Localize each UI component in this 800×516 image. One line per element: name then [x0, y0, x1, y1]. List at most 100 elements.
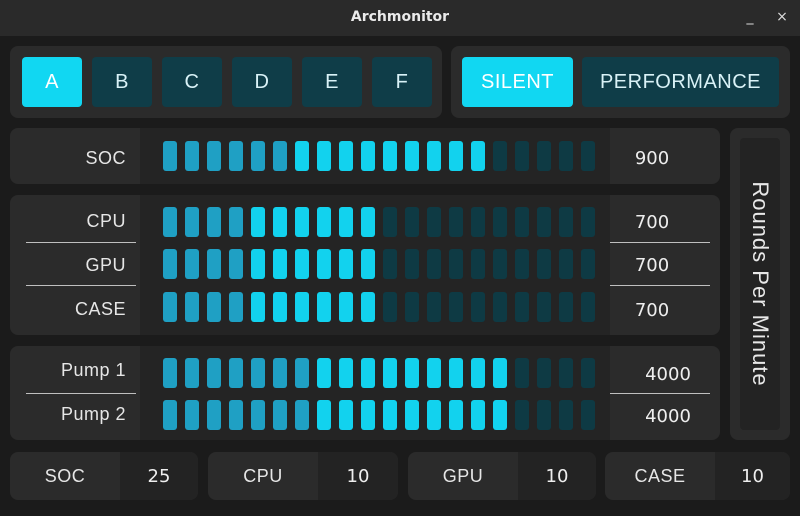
mode-panel: SILENT PERFORMANCE — [451, 46, 790, 118]
bar-segment — [251, 249, 265, 279]
pump2-label: Pump 2 — [60, 404, 126, 424]
bar-segment — [295, 141, 309, 171]
bar-segment — [515, 249, 529, 279]
bar-segment — [559, 141, 573, 171]
bar-segment — [339, 358, 353, 388]
bar-segment — [251, 358, 265, 388]
bar-segment — [295, 249, 309, 279]
profile-button-e[interactable]: E — [302, 57, 362, 107]
bar-segment — [339, 292, 353, 322]
performance-mode-button[interactable]: PERFORMANCE — [582, 57, 779, 107]
bar-segment — [207, 141, 221, 171]
bar-segment — [295, 292, 309, 322]
bar-segment — [537, 141, 551, 171]
bar-segment — [493, 292, 507, 322]
soc-fan-panel: SOC 900 — [10, 128, 720, 184]
bar-segment — [207, 292, 221, 322]
bar-segment — [163, 141, 177, 171]
bar-segment — [185, 141, 199, 171]
pump1-rpm: 4000 — [645, 364, 691, 385]
bar-segment — [383, 141, 397, 171]
cpu-fan-speed-bar[interactable] — [163, 207, 595, 239]
profile-button-d[interactable]: D — [232, 57, 292, 107]
gpu-fan-label: GPU — [85, 255, 126, 275]
bar-segment — [405, 141, 419, 171]
bar-segment — [493, 249, 507, 279]
value-divider — [610, 393, 710, 394]
bar-segment — [295, 207, 309, 237]
bar-segment — [405, 400, 419, 430]
profile-panel: A B C D E F — [10, 46, 442, 118]
bar-segment — [559, 358, 573, 388]
bar-segment — [559, 292, 573, 322]
bar-segment — [339, 249, 353, 279]
profile-button-f[interactable]: F — [372, 57, 432, 107]
bar-segment — [251, 207, 265, 237]
bar-segment — [185, 207, 199, 237]
bar-segment — [515, 292, 529, 322]
fans-panel: CPU GPU CASE 700 700 700 — [10, 195, 720, 335]
bar-segment — [251, 141, 265, 171]
rpm-unit-inner: Rounds Per Minute — [740, 138, 780, 430]
bar-segment — [537, 358, 551, 388]
bar-segment — [273, 207, 287, 237]
bar-segment — [185, 400, 199, 430]
bar-segment — [361, 358, 375, 388]
bar-segment — [295, 400, 309, 430]
bar-segment — [361, 292, 375, 322]
bar-segment — [493, 358, 507, 388]
soc-fan-speed-bar[interactable] — [163, 141, 595, 173]
profile-button-c[interactable]: C — [162, 57, 222, 107]
bar-segment — [493, 400, 507, 430]
bar-segment — [515, 141, 529, 171]
bar-segment — [317, 400, 331, 430]
gpu-temp-value: 10 — [518, 452, 596, 500]
bar-segment — [537, 292, 551, 322]
close-icon[interactable]: × — [772, 6, 792, 28]
gpu-fan-speed-bar[interactable] — [163, 249, 595, 281]
bar-segment — [317, 358, 331, 388]
bar-segment — [163, 207, 177, 237]
bar-segment — [383, 249, 397, 279]
soc-temp-value: 25 — [120, 452, 198, 500]
bar-segment — [449, 292, 463, 322]
bar-segment — [317, 249, 331, 279]
bar-segment — [471, 141, 485, 171]
bar-segment — [449, 400, 463, 430]
bar-segment — [339, 141, 353, 171]
bar-segment — [163, 249, 177, 279]
bar-segment — [427, 141, 441, 171]
profile-button-a[interactable]: A — [22, 57, 82, 107]
bar-segment — [273, 400, 287, 430]
silent-mode-button[interactable]: SILENT — [462, 57, 573, 107]
bar-segment — [383, 400, 397, 430]
bar-segment — [251, 400, 265, 430]
bar-segment — [581, 358, 595, 388]
bar-segment — [581, 400, 595, 430]
case-temp-value: 10 — [715, 452, 790, 500]
bar-segment — [449, 207, 463, 237]
bar-segment — [273, 292, 287, 322]
cpu-temp-value: 10 — [318, 452, 398, 500]
bar-segment — [581, 249, 595, 279]
bar-segment — [383, 358, 397, 388]
label-divider — [26, 393, 136, 394]
bar-segment — [405, 207, 419, 237]
bar-segment — [537, 400, 551, 430]
bar-segment — [273, 141, 287, 171]
bar-segment — [405, 292, 419, 322]
bar-segment — [449, 358, 463, 388]
bar-segment — [427, 358, 441, 388]
case-temp-panel: CASE 10 — [605, 452, 790, 500]
case-fan-label: CASE — [74, 299, 126, 319]
pump2-speed-bar[interactable] — [163, 400, 595, 432]
value-divider — [610, 285, 710, 286]
bar-segment — [471, 292, 485, 322]
pump1-speed-bar[interactable] — [163, 358, 595, 390]
bar-segment — [317, 207, 331, 237]
minimize-icon[interactable]: _ — [740, 6, 760, 28]
bar-segment — [559, 249, 573, 279]
bar-segment — [207, 249, 221, 279]
case-fan-speed-bar[interactable] — [163, 292, 595, 324]
profile-button-b[interactable]: B — [92, 57, 152, 107]
